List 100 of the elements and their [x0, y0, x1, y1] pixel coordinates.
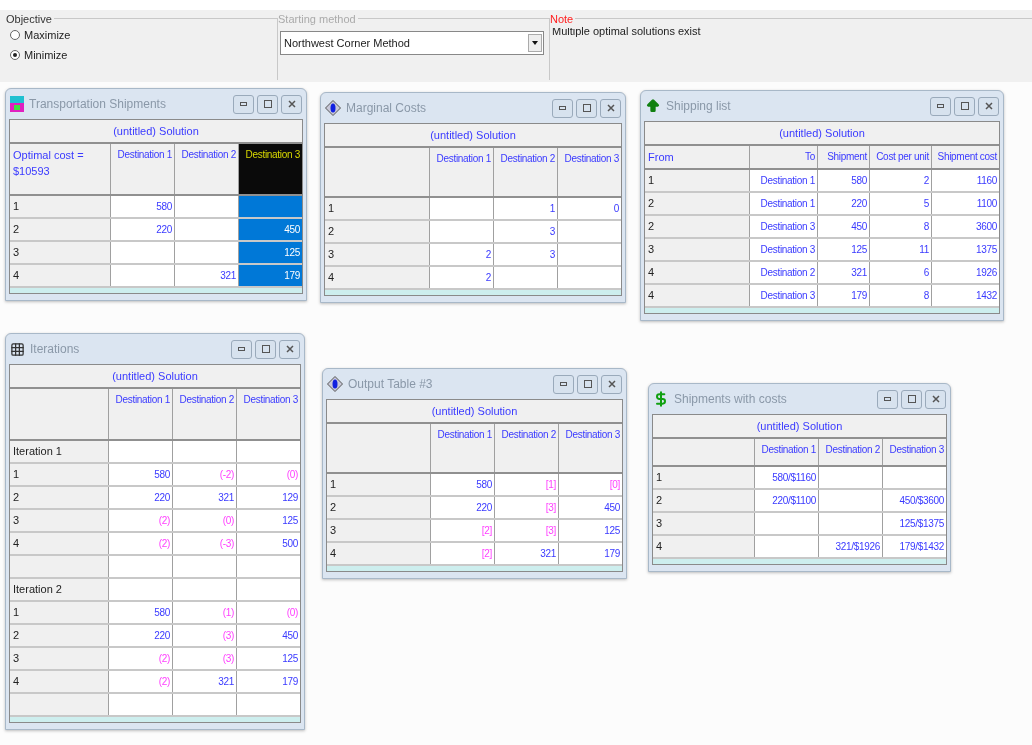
- table-cell: Destination 2: [749, 262, 817, 283]
- table-cell: 1100: [931, 193, 999, 214]
- maximize-icon: [261, 345, 270, 353]
- minimize-button[interactable]: [231, 339, 252, 359]
- table-cell: 580: [430, 474, 494, 495]
- table-cell: [754, 536, 818, 557]
- table-cell: [2]: [430, 520, 494, 541]
- row-label: 3: [328, 247, 335, 263]
- table-cell: 125: [236, 510, 300, 531]
- table-cell: 580: [817, 170, 869, 191]
- table-cell: [236, 556, 300, 577]
- table-cell: 580: [108, 464, 172, 485]
- table-cell: Destination 1: [749, 193, 817, 214]
- row-label: 2: [13, 490, 20, 506]
- minimize-icon: [559, 106, 566, 110]
- row-label: 3: [330, 523, 337, 539]
- table-cell: [174, 219, 238, 240]
- row-label: 3: [648, 242, 655, 258]
- close-button[interactable]: [600, 98, 621, 118]
- close-button[interactable]: [601, 374, 622, 394]
- close-icon: [931, 395, 940, 403]
- table-cell: [557, 267, 621, 288]
- column-header: Destination 2: [172, 389, 236, 439]
- table-cell: 580: [108, 602, 172, 623]
- close-button[interactable]: [978, 96, 999, 116]
- selected-table-cell: [238, 196, 302, 217]
- minimize-button[interactable]: [877, 389, 898, 409]
- table-cell: 321: [172, 671, 236, 692]
- table-cell: 3: [493, 221, 557, 242]
- table-cell: 125: [236, 648, 300, 669]
- table-cell: (3): [172, 648, 236, 669]
- table-cell: 220: [430, 497, 494, 518]
- close-button[interactable]: [279, 339, 300, 359]
- table-cell: [108, 579, 172, 600]
- table-cell: 500: [236, 533, 300, 554]
- table-cell: (3): [172, 625, 236, 646]
- maximize-button[interactable]: [577, 374, 598, 394]
- table-cell: [236, 694, 300, 715]
- radio-option[interactable]: Maximize: [10, 25, 71, 45]
- row-label: Iteration 2: [13, 582, 62, 598]
- minimize-button[interactable]: [233, 94, 254, 114]
- table-cell: 580: [110, 196, 174, 217]
- radio-option[interactable]: Minimize: [10, 45, 68, 65]
- maximize-button[interactable]: [257, 94, 278, 114]
- row-label: 2: [656, 493, 663, 509]
- minimize-icon: [560, 382, 567, 386]
- row-label: 2: [13, 628, 20, 644]
- table-cell: [174, 196, 238, 217]
- table-cell: 125: [558, 520, 622, 541]
- column-header: Destination 1: [108, 389, 172, 439]
- window-title: Transportation Shipments: [29, 96, 167, 113]
- close-button[interactable]: [925, 389, 946, 409]
- table-cell: [172, 694, 236, 715]
- window-title: Shipments with costs: [674, 391, 788, 408]
- maximize-icon: [263, 100, 272, 108]
- minimize-button[interactable]: [553, 374, 574, 394]
- table-cell: 2: [429, 244, 493, 265]
- row-label: 4: [648, 288, 655, 304]
- row-label: 2: [328, 224, 335, 240]
- column-header: Destination 3: [558, 424, 622, 472]
- row-label: 3: [656, 516, 663, 532]
- row-label: 1: [648, 173, 655, 189]
- column-header: Destination 2: [174, 144, 238, 194]
- grid-icon: [10, 341, 25, 357]
- maximize-button[interactable]: [901, 389, 922, 409]
- maximize-button[interactable]: [954, 96, 975, 116]
- column-header: Destination 1: [429, 148, 493, 196]
- table-cell: 1375: [931, 239, 999, 260]
- table-cell: 0: [557, 198, 621, 219]
- close-icon: [607, 380, 616, 388]
- table-cell: 8: [869, 216, 931, 237]
- maximize-button[interactable]: [576, 98, 597, 118]
- table-cell: (2): [108, 533, 172, 554]
- table-cell: [108, 694, 172, 715]
- table-cell: 179: [558, 543, 622, 564]
- dollar-icon: [653, 391, 669, 407]
- table-cell: (2): [108, 648, 172, 669]
- table-cell: [172, 579, 236, 600]
- table-cell: 220: [817, 193, 869, 214]
- table-cell: 321: [172, 487, 236, 508]
- table-cell: 1: [493, 198, 557, 219]
- close-icon: [984, 102, 993, 110]
- row-label: 1: [13, 605, 20, 621]
- table-cell: (0): [172, 510, 236, 531]
- column-header: Destination 3: [557, 148, 621, 196]
- maximize-button[interactable]: [255, 339, 276, 359]
- maximize-icon: [907, 395, 916, 403]
- up-arrow-icon: [645, 98, 661, 114]
- column-header: To: [749, 146, 817, 168]
- row-label: 3: [13, 513, 20, 529]
- column-header: Destination 3: [236, 389, 300, 439]
- minimize-button[interactable]: [930, 96, 951, 116]
- table-cell: [172, 441, 236, 462]
- selected-table-cell: 179: [238, 265, 302, 286]
- method-dropdown[interactable]: Northwest Corner Method: [280, 31, 544, 55]
- column-header: Destination 1: [430, 424, 494, 472]
- maximize-icon: [960, 102, 969, 110]
- minimize-button[interactable]: [552, 98, 573, 118]
- close-button[interactable]: [281, 94, 302, 114]
- table-cell: [110, 242, 174, 263]
